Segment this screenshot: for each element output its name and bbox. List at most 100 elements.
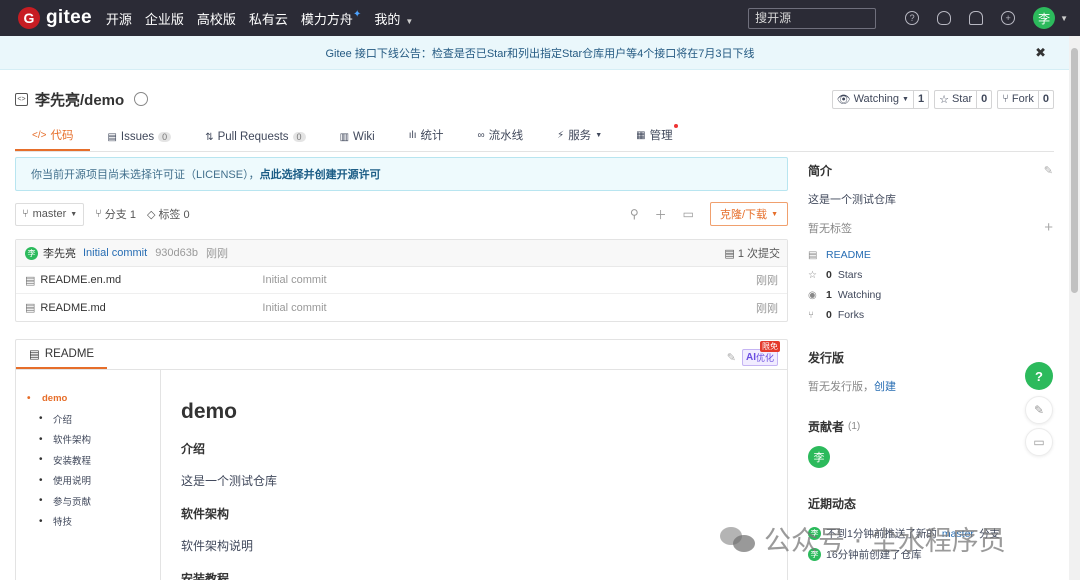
- tab-services[interactable]: ⚡ 服务 ▼: [540, 127, 619, 151]
- scrollbar-thumb[interactable]: [1071, 48, 1078, 293]
- avatar-caret-icon[interactable]: ▼: [1060, 14, 1068, 23]
- user-avatar[interactable]: 李: [1033, 7, 1056, 29]
- file-commit-message[interactable]: Initial commit: [262, 302, 326, 314]
- nav-mine[interactable]: 我的 ▼: [374, 9, 413, 28]
- file-time: 刚刚: [756, 275, 778, 287]
- toc-item[interactable]: demo: [26, 388, 160, 409]
- edit-icon[interactable]: ✎: [1044, 164, 1053, 177]
- announcement-text[interactable]: Gitee 接口下线公告：检查是否已Star和列出指定Star仓库用户等4个接口…: [325, 45, 754, 61]
- free-badge: 限免: [760, 341, 780, 352]
- nav-opensource[interactable]: 开源: [106, 9, 132, 28]
- branches-icon: ⑂: [95, 208, 102, 220]
- file-time: 刚刚: [756, 302, 778, 315]
- search-icon[interactable]: ⚲: [630, 207, 639, 221]
- toc-item[interactable]: 介绍: [26, 409, 160, 430]
- plus-circle-icon[interactable]: +: [1001, 11, 1016, 25]
- tab-stats[interactable]: ılı 统计: [392, 127, 461, 151]
- star-label: Star: [951, 93, 973, 105]
- toc-item[interactable]: 安装教程: [26, 450, 160, 471]
- toc-item[interactable]: 特技: [26, 511, 160, 532]
- watch-count[interactable]: 1: [912, 90, 928, 108]
- watermark: 公众号 · 尘水程序员: [720, 519, 1006, 558]
- readme-title: demo: [181, 400, 238, 423]
- tab-issues[interactable]: ▤ Issues 0: [90, 131, 188, 151]
- repo-status-icon[interactable]: [134, 92, 149, 106]
- nav-private-cloud[interactable]: 私有云: [249, 9, 288, 28]
- close-icon[interactable]: ✖: [1035, 45, 1046, 61]
- nav-enterprise[interactable]: 企业版: [145, 9, 184, 28]
- ai-optimize-button[interactable]: AI 优化 限免: [741, 341, 780, 366]
- help-icon[interactable]: ?: [905, 11, 920, 25]
- commit-author[interactable]: 李先亮: [43, 245, 76, 261]
- caret-down-icon: ▼: [595, 131, 603, 139]
- tab-wiki[interactable]: ▥ Wiki: [323, 131, 392, 151]
- branch-tools: ⚲ ＋ ▭ 克隆/下载 ▼: [630, 202, 788, 226]
- file-commit-message[interactable]: Initial commit: [262, 274, 326, 286]
- file-row[interactable]: ▤ README.md Initial commit 刚刚: [16, 294, 787, 321]
- code-icon: </>: [32, 129, 47, 141]
- watching-link[interactable]: ◉ 1 Watching: [808, 285, 1053, 305]
- issues-count-badge: 0: [158, 132, 172, 142]
- watch-button[interactable]: 👁 Watching ▼ 1: [831, 89, 930, 109]
- toc-item[interactable]: 参与贡献: [26, 491, 160, 512]
- help-float-button[interactable]: ?: [1025, 362, 1053, 390]
- stars-link[interactable]: ☆ 0 Stars: [808, 265, 1053, 285]
- plus-icon[interactable]: ＋: [655, 206, 667, 223]
- tab-pipeline[interactable]: ∞ 流水线: [461, 127, 541, 151]
- toc-item[interactable]: 软件架构: [26, 429, 160, 450]
- readme-link[interactable]: ▤ README: [808, 245, 1053, 265]
- branches-link[interactable]: ⑂ 分支 1: [95, 206, 136, 222]
- search-input[interactable]: [748, 7, 877, 29]
- create-release-link[interactable]: 创建: [874, 381, 896, 393]
- bell-icon[interactable]: [969, 11, 984, 25]
- forks-link[interactable]: ⑂ 0 Forks: [808, 305, 1053, 325]
- release-title: 发行版: [808, 349, 1053, 366]
- fork-label: Fork: [1011, 93, 1034, 105]
- tab-wiki-label: Wiki: [353, 131, 375, 143]
- fork-button[interactable]: ⑂ Fork 0: [997, 89, 1054, 109]
- nav-education[interactable]: 高校版: [197, 9, 236, 28]
- commits-icon: ▤: [724, 248, 735, 260]
- ai-label: AI: [745, 352, 756, 363]
- edit-icon[interactable]: ✎: [727, 351, 736, 364]
- edit-icon: ✎: [1033, 403, 1045, 417]
- file-icon: ▤: [25, 274, 36, 287]
- repo-name[interactable]: 李先亮/demo: [35, 89, 124, 110]
- file-row[interactable]: ▤ README.en.md Initial commit 刚刚: [16, 267, 787, 294]
- tab-stats-label: 统计: [420, 130, 444, 142]
- book-icon: ▤: [29, 349, 40, 361]
- commit-count-link[interactable]: ▤ 1 次提交: [724, 245, 780, 261]
- contributor-avatar[interactable]: 李: [808, 446, 830, 468]
- star-count[interactable]: 0: [976, 90, 991, 108]
- branch-select[interactable]: ⑂ master ▼: [15, 202, 85, 226]
- star-icon: ☆: [808, 269, 817, 281]
- gitee-logo[interactable]: G gitee: [18, 7, 92, 29]
- add-tag-icon[interactable]: +: [1044, 219, 1053, 236]
- fork-count[interactable]: 0: [1037, 90, 1053, 108]
- readme-tab[interactable]: ▤ README: [16, 347, 108, 369]
- commit-hash[interactable]: 930d63b: [155, 247, 198, 259]
- chat-float-button[interactable]: ▭: [1025, 428, 1053, 456]
- tags-link[interactable]: ◇ 标签 0: [147, 206, 190, 222]
- star-button[interactable]: ☆ Star 0: [934, 89, 993, 109]
- readme-tab-label: README: [44, 348, 95, 360]
- license-create-link[interactable]: 点此选择并创建开源许可: [260, 166, 381, 182]
- monitor-icon[interactable]: ▭: [683, 207, 694, 221]
- commit-message[interactable]: Initial commit: [83, 247, 147, 259]
- commit-author-avatar[interactable]: 李: [25, 246, 38, 260]
- feedback-float-button[interactable]: ✎: [1025, 396, 1053, 424]
- readme-header: ▤ README ✎ AI 优化 限免: [16, 340, 787, 370]
- nav-moli[interactable]: 模力方舟✦: [301, 9, 361, 28]
- tab-manage[interactable]: ▦ 管理: [619, 124, 689, 151]
- clone-download-button[interactable]: 克隆/下载 ▼: [710, 202, 788, 226]
- file-name[interactable]: README.md: [40, 302, 262, 314]
- tab-pull-requests[interactable]: ⇅ Pull Requests 0: [188, 131, 322, 151]
- lightbulb-icon[interactable]: [937, 11, 952, 25]
- readme-panel: ▤ README ✎ AI 优化 限免 demo 介绍 软件架构 安装教程 使用说…: [15, 339, 788, 580]
- notification-dot: [673, 124, 678, 128]
- page-scrollbar[interactable]: [1069, 36, 1080, 580]
- clone-label: 克隆/下载: [720, 209, 768, 221]
- file-name[interactable]: README.en.md: [40, 274, 262, 286]
- toc-item[interactable]: 使用说明: [26, 470, 160, 491]
- tab-code[interactable]: </> 代码: [15, 127, 91, 151]
